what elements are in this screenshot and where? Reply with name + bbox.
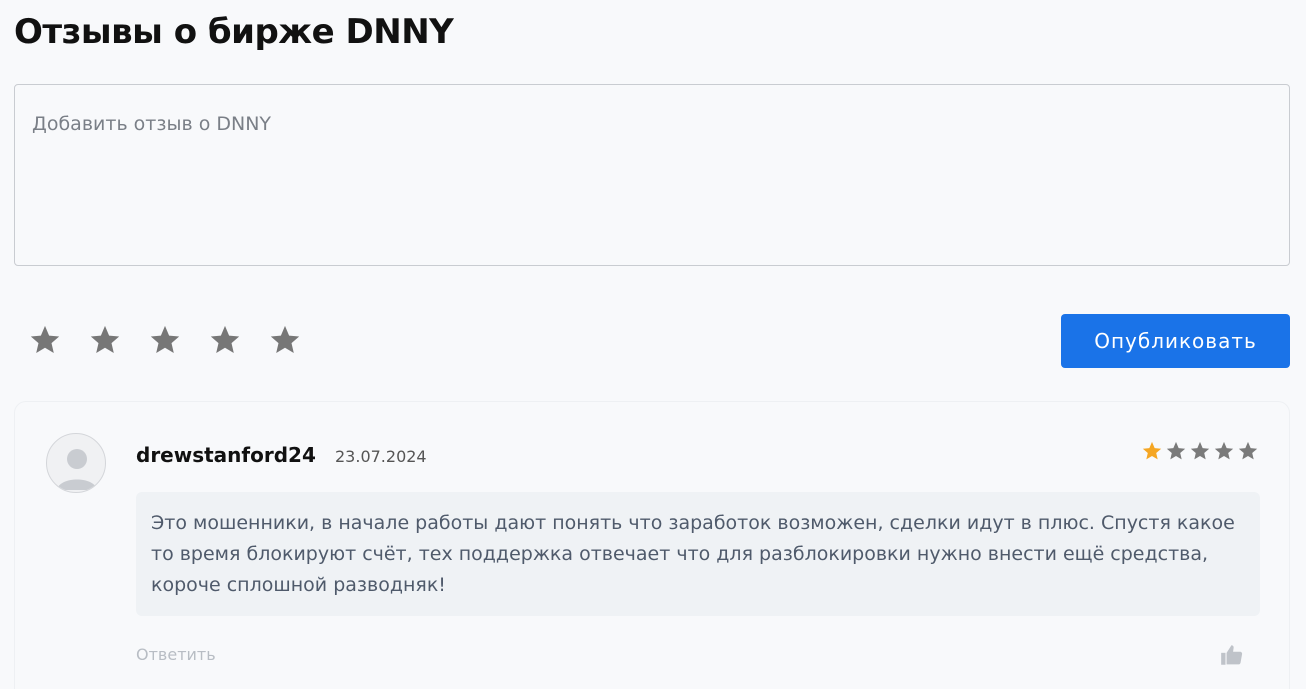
user-avatar-icon [46,433,106,493]
star-icon [1214,441,1234,460]
thumbs-up-icon[interactable] [1219,642,1245,668]
star-icon [1238,441,1258,460]
rating-input [26,318,304,362]
publish-button[interactable]: Опубликовать [1061,314,1290,368]
star-icon[interactable] [146,318,184,362]
review-author[interactable]: drewstanford24 [136,443,316,467]
review-card: drewstanford24 23.07.2024 Это мошенники,… [14,401,1290,689]
review-rating [1141,440,1259,462]
star-icon[interactable] [266,318,304,362]
star-icon [1142,441,1162,460]
star-icon[interactable] [86,318,124,362]
review-input[interactable] [14,84,1290,266]
star-icon[interactable] [206,318,244,362]
review-text: Это мошенники, в начале работы дают поня… [136,492,1260,616]
review-date: 23.07.2024 [335,447,427,466]
star-icon [1190,441,1210,460]
star-icon [1166,441,1186,460]
reviews-page: Отзывы о бирже DNNY Опубликовать drewsta… [0,0,1306,689]
star-icon[interactable] [26,318,64,362]
reply-button[interactable]: Ответить [136,645,216,664]
page-title: Отзывы о бирже DNNY [14,12,454,52]
